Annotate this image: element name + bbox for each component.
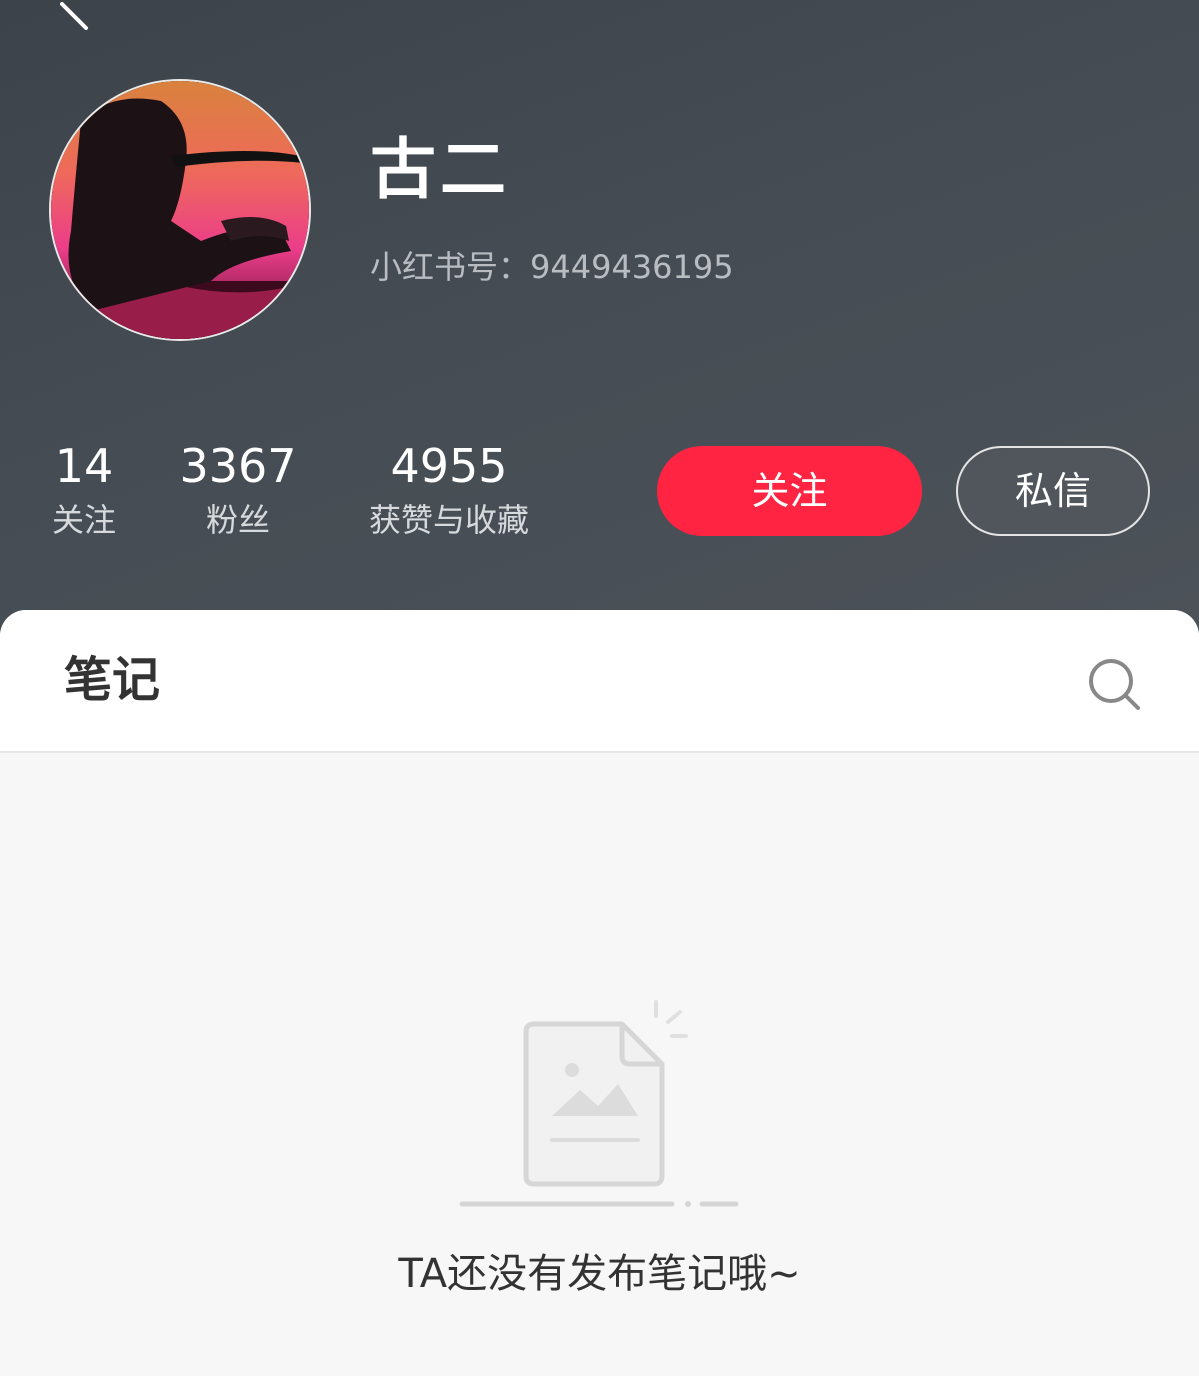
- stat-label: 关注: [51, 501, 116, 539]
- notes-section: 笔记 TA还没有发布笔记哦~: [0, 610, 1199, 1376]
- tab-notes[interactable]: 笔记: [64, 648, 160, 712]
- empty-state-message: TA还没有发布笔记哦~: [398, 1251, 801, 1297]
- avatar[interactable]: [49, 79, 311, 341]
- stat-label: 获赞与收藏: [368, 501, 529, 539]
- user-id: 小红书号：9449436195: [370, 248, 734, 286]
- stat-value: 3367: [179, 439, 297, 493]
- back-button[interactable]: [40, 0, 100, 40]
- stat-label: 粉丝: [205, 501, 270, 539]
- profile-header: 古二 小红书号：9449436195 14 关注 3367 粉丝 4955 获赞…: [0, 0, 1199, 640]
- avatar-image: [51, 81, 309, 339]
- stat-value: 14: [54, 439, 114, 493]
- search-icon: [1089, 659, 1140, 710]
- chevron-left-icon: [60, 2, 88, 30]
- search-button[interactable]: [1084, 654, 1144, 714]
- stat-value: 4955: [390, 439, 508, 493]
- notes-tabbar: 笔记: [0, 610, 1199, 753]
- username: 古二: [370, 131, 510, 208]
- follow-button[interactable]: 关注: [657, 446, 922, 536]
- stat-likes-collects[interactable]: 4955 获赞与收藏: [352, 438, 546, 542]
- empty-note-icon: [459, 1000, 739, 1207]
- message-button[interactable]: 私信: [956, 446, 1150, 536]
- profile-page: 古二 小红书号：9449436195 14 关注 3367 粉丝 4955 获赞…: [0, 0, 1199, 1376]
- stat-following[interactable]: 14 关注: [40, 438, 128, 542]
- stat-followers[interactable]: 3367 粉丝: [178, 438, 298, 542]
